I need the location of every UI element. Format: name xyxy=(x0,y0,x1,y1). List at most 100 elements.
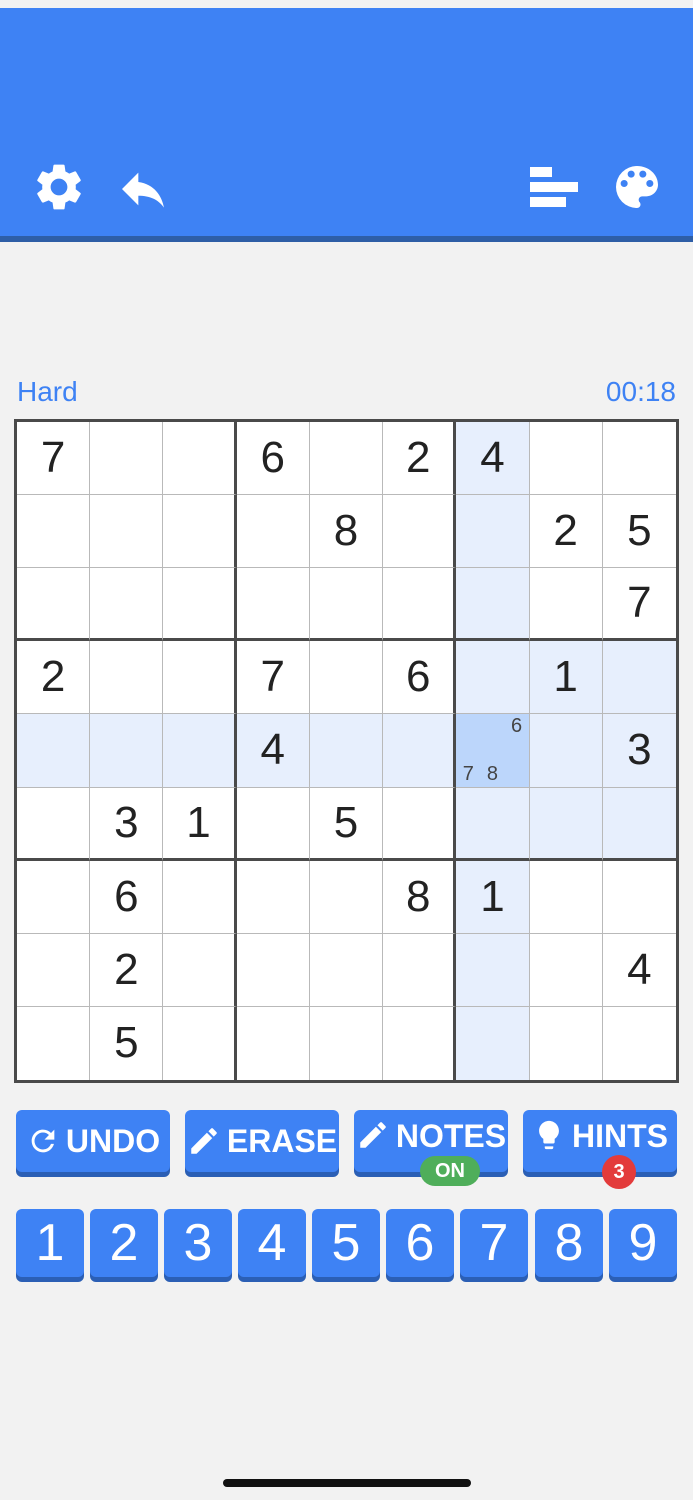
sudoku-cell[interactable]: 2 xyxy=(90,933,164,1007)
sudoku-cell[interactable] xyxy=(456,787,530,861)
sudoku-cell[interactable] xyxy=(602,787,676,861)
sudoku-cell[interactable]: 3 xyxy=(90,787,164,861)
sudoku-cell[interactable] xyxy=(163,422,237,496)
sudoku-cell[interactable] xyxy=(163,714,237,788)
sudoku-cell[interactable] xyxy=(383,1006,457,1080)
sudoku-cell[interactable] xyxy=(90,641,164,715)
sudoku-cell[interactable] xyxy=(236,495,310,569)
number-button[interactable]: 9 xyxy=(609,1209,677,1277)
gear-icon[interactable] xyxy=(31,159,87,215)
sudoku-cell[interactable]: 8 xyxy=(383,860,457,934)
sudoku-cell[interactable] xyxy=(529,568,603,642)
number-button[interactable]: 3 xyxy=(164,1209,232,1277)
sudoku-cell[interactable] xyxy=(90,495,164,569)
sudoku-cell[interactable] xyxy=(383,714,457,788)
sudoku-cell[interactable] xyxy=(236,860,310,934)
sudoku-cell[interactable] xyxy=(602,1006,676,1080)
sudoku-cell[interactable]: 1 xyxy=(163,787,237,861)
sudoku-cell[interactable] xyxy=(236,933,310,1007)
sudoku-cell[interactable] xyxy=(309,714,384,788)
sudoku-cell[interactable] xyxy=(383,787,457,861)
sudoku-cell[interactable] xyxy=(456,933,530,1007)
sudoku-cell[interactable] xyxy=(456,641,530,715)
sudoku-cell[interactable]: 2 xyxy=(383,422,457,496)
sudoku-cell[interactable]: 4 xyxy=(456,422,530,496)
sudoku-cell[interactable]: 7 xyxy=(602,568,676,642)
number-button[interactable]: 2 xyxy=(90,1209,158,1277)
sudoku-cell[interactable] xyxy=(236,1006,310,1080)
number-button[interactable]: 7 xyxy=(460,1209,528,1277)
sudoku-cell[interactable] xyxy=(236,787,310,861)
sudoku-cell[interactable]: 4 xyxy=(602,933,676,1007)
sudoku-cell[interactable]: 6 xyxy=(90,860,164,934)
sudoku-cell[interactable] xyxy=(529,714,603,788)
sudoku-cell[interactable] xyxy=(17,787,91,861)
sudoku-cell[interactable] xyxy=(163,933,237,1007)
sudoku-cell[interactable] xyxy=(90,422,164,496)
status-bar xyxy=(0,0,693,8)
undo-button[interactable]: UNDO xyxy=(16,1110,170,1172)
sudoku-cell[interactable] xyxy=(529,933,603,1007)
sudoku-cell[interactable] xyxy=(17,714,91,788)
sudoku-cell[interactable] xyxy=(90,714,164,788)
sudoku-cell[interactable] xyxy=(602,860,676,934)
sudoku-cell[interactable] xyxy=(529,787,603,861)
notes-button[interactable]: NOTES ON xyxy=(354,1110,508,1186)
sudoku-cell[interactable]: 5 xyxy=(602,495,676,569)
number-button[interactable]: 4 xyxy=(238,1209,306,1277)
palette-icon[interactable] xyxy=(609,159,665,215)
sudoku-cell[interactable] xyxy=(309,933,384,1007)
undo-arrow-icon[interactable] xyxy=(115,161,171,217)
number-button[interactable]: 8 xyxy=(535,1209,603,1277)
sudoku-cell[interactable] xyxy=(529,1006,603,1080)
sudoku-cell[interactable] xyxy=(383,495,457,569)
sudoku-cell[interactable] xyxy=(163,1006,237,1080)
sudoku-cell[interactable]: 1 xyxy=(456,860,530,934)
sudoku-cell[interactable] xyxy=(163,568,237,642)
sudoku-cell[interactable] xyxy=(456,495,530,569)
sudoku-cell[interactable] xyxy=(309,860,384,934)
sudoku-cell[interactable] xyxy=(456,568,530,642)
sudoku-cell[interactable] xyxy=(529,860,603,934)
number-button[interactable]: 6 xyxy=(386,1209,454,1277)
sudoku-cell[interactable] xyxy=(309,568,384,642)
sudoku-cell[interactable] xyxy=(602,422,676,496)
sudoku-cell[interactable] xyxy=(17,860,91,934)
sudoku-cell[interactable] xyxy=(17,1006,91,1080)
sudoku-cell[interactable]: 3 xyxy=(602,714,676,788)
number-button[interactable]: 5 xyxy=(312,1209,380,1277)
sudoku-cell[interactable]: 6 78 xyxy=(456,714,530,788)
sudoku-cell[interactable]: 7 xyxy=(17,422,91,496)
sudoku-cell[interactable] xyxy=(383,568,457,642)
sudoku-cell[interactable]: 2 xyxy=(529,495,603,569)
sudoku-cell[interactable] xyxy=(17,495,91,569)
sudoku-cell[interactable]: 6 xyxy=(236,422,310,496)
sudoku-cell[interactable] xyxy=(309,1006,384,1080)
sudoku-cell[interactable]: 2 xyxy=(17,641,91,715)
sudoku-cell[interactable] xyxy=(163,860,237,934)
sudoku-cell[interactable]: 6 xyxy=(383,641,457,715)
sudoku-cell[interactable] xyxy=(236,568,310,642)
sudoku-cell[interactable] xyxy=(163,495,237,569)
sudoku-cell[interactable]: 1 xyxy=(529,641,603,715)
erase-button[interactable]: ERASE xyxy=(185,1110,339,1172)
hints-button[interactable]: HINTS 3 xyxy=(523,1110,677,1189)
sudoku-cell[interactable] xyxy=(17,568,91,642)
sudoku-cell[interactable] xyxy=(529,422,603,496)
sudoku-cell[interactable] xyxy=(17,933,91,1007)
bar-chart-icon[interactable] xyxy=(526,159,582,215)
sudoku-cell[interactable]: 5 xyxy=(309,787,384,861)
sudoku-cell[interactable] xyxy=(456,1006,530,1080)
sudoku-cell[interactable]: 8 xyxy=(309,495,384,569)
sudoku-cell[interactable] xyxy=(309,641,384,715)
sudoku-cell[interactable] xyxy=(90,568,164,642)
sudoku-cell[interactable]: 5 xyxy=(90,1006,164,1080)
sudoku-cell[interactable] xyxy=(163,641,237,715)
sudoku-cell[interactable] xyxy=(309,422,384,496)
sudoku-cell[interactable]: 7 xyxy=(236,641,310,715)
sudoku-cell[interactable] xyxy=(383,933,457,1007)
sudoku-cell[interactable] xyxy=(602,641,676,715)
note-digit xyxy=(480,714,504,738)
sudoku-cell[interactable]: 4 xyxy=(236,714,310,788)
number-button[interactable]: 1 xyxy=(16,1209,84,1277)
